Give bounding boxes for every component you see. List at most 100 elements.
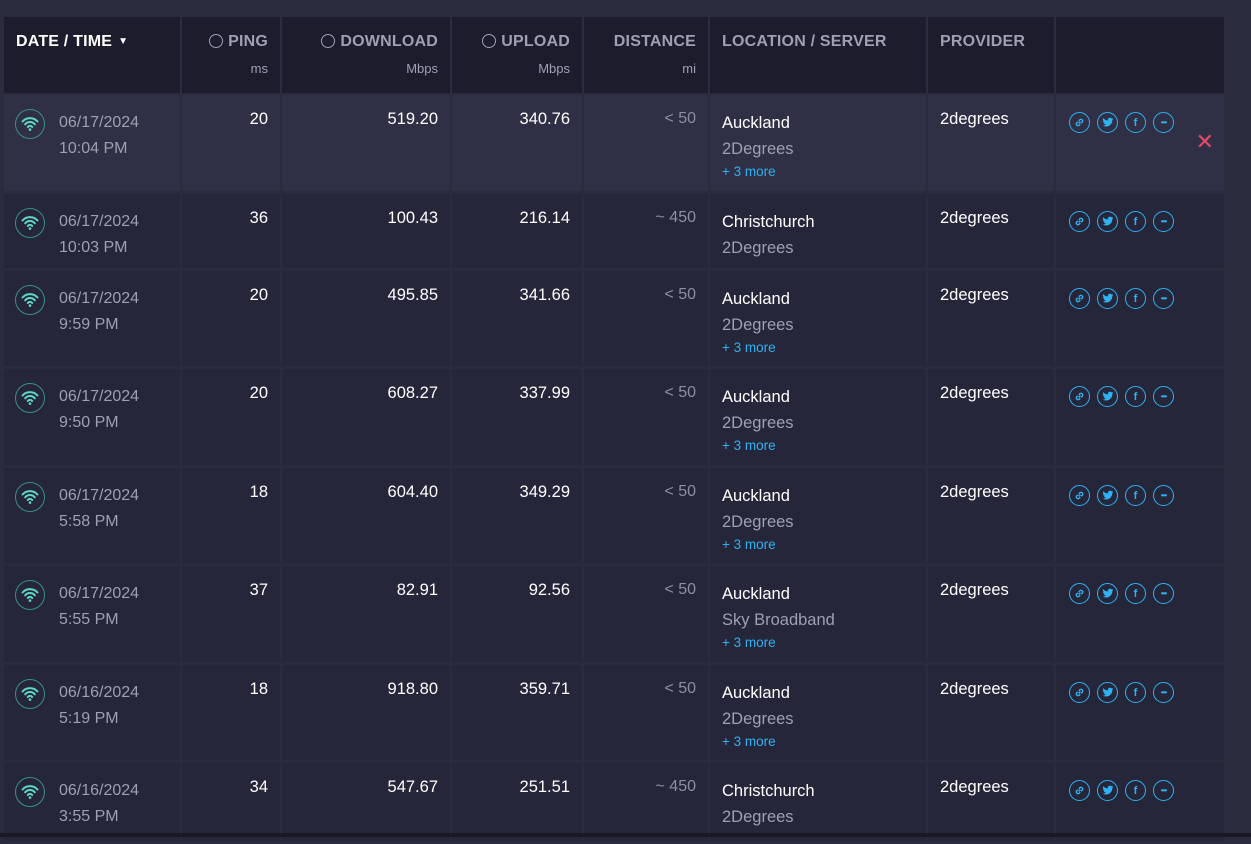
download-icon xyxy=(321,34,336,48)
actions-cell: f ••• xyxy=(1056,468,1224,563)
ping-cell: 20 xyxy=(182,95,282,191)
provider-cell: 2degrees xyxy=(928,566,1056,662)
link-icon[interactable] xyxy=(1069,780,1090,801)
download-value: 519.20 xyxy=(387,110,438,128)
download-cell: 547.67 xyxy=(282,763,452,841)
table-header: DATE / TIME ▼ PING ms DOWNLOAD Mbps UPLOA… xyxy=(4,17,1224,93)
link-icon[interactable] xyxy=(1069,288,1090,309)
col-provider[interactable]: PROVIDER xyxy=(928,17,1056,93)
more-icon[interactable]: ••• xyxy=(1153,211,1174,232)
location-cell: Auckland 2Degrees + 3 more xyxy=(710,369,928,465)
server-sponsor: 2Degrees xyxy=(722,239,794,257)
more-servers-link[interactable]: + 3 more xyxy=(722,633,835,653)
facebook-icon[interactable]: f xyxy=(1125,386,1146,407)
more-icon[interactable]: ••• xyxy=(1153,288,1174,309)
more-servers-link[interactable]: + 3 more xyxy=(722,162,794,182)
provider-cell: 2degrees xyxy=(928,763,1056,841)
twitter-icon[interactable] xyxy=(1097,780,1118,801)
ping-value: 20 xyxy=(249,384,268,402)
upload-value: 340.76 xyxy=(519,110,570,128)
download-value: 100.43 xyxy=(387,209,438,227)
table-row[interactable]: 06/16/2024 5:19 PM 18 918.80 359.71 < 50 Auckl… xyxy=(4,665,1224,760)
col-upload[interactable]: UPLOAD Mbps xyxy=(452,17,584,93)
more-servers-link[interactable]: + 3 more xyxy=(722,338,794,358)
table-row[interactable]: 06/16/2024 3:55 PM 34 547.67 251.51 ~ 450 Chri… xyxy=(4,763,1224,841)
table-row[interactable]: 06/17/2024 9:50 PM 20 608.27 337.99 < 50 Auckl… xyxy=(4,369,1224,465)
twitter-icon[interactable] xyxy=(1097,386,1118,407)
facebook-icon[interactable]: f xyxy=(1125,112,1146,133)
distance-cell: < 50 xyxy=(584,369,710,465)
result-date: 06/17/2024 xyxy=(59,487,140,504)
result-time: 10:03 PM xyxy=(59,239,128,256)
date-cell: 06/17/2024 10:04 PM xyxy=(4,95,182,191)
provider-value: 2degrees xyxy=(940,209,1009,227)
link-icon[interactable] xyxy=(1069,583,1090,604)
upload-cell: 92.56 xyxy=(452,566,584,662)
twitter-icon[interactable] xyxy=(1097,112,1118,133)
result-time: 5:19 PM xyxy=(59,710,119,727)
table-row[interactable]: 06/17/2024 5:55 PM 37 82.91 92.56 < 50 Aucklan… xyxy=(4,566,1224,662)
distance-cell: ~ 450 xyxy=(584,763,710,841)
link-icon[interactable] xyxy=(1069,682,1090,703)
twitter-icon[interactable] xyxy=(1097,288,1118,309)
col-download[interactable]: DOWNLOAD Mbps xyxy=(282,17,452,93)
upload-cell: 359.71 xyxy=(452,665,584,760)
download-cell: 100.43 xyxy=(282,194,452,268)
facebook-icon[interactable]: f xyxy=(1125,288,1146,309)
provider-cell: 2degrees xyxy=(928,665,1056,760)
more-icon[interactable]: ••• xyxy=(1153,780,1174,801)
wifi-icon xyxy=(15,208,45,238)
actions-cell: f ••• xyxy=(1056,763,1224,841)
upload-value: 359.71 xyxy=(519,680,570,698)
distance-unit: mi xyxy=(682,61,696,76)
date-header[interactable]: DATE / TIME ▼ xyxy=(16,33,128,51)
more-servers-link[interactable]: + 3 more xyxy=(722,535,794,555)
col-distance[interactable]: DISTANCE mi xyxy=(584,17,710,93)
twitter-icon[interactable] xyxy=(1097,211,1118,232)
server-city: Auckland xyxy=(722,684,790,702)
close-icon[interactable]: ✕ xyxy=(1196,131,1214,153)
more-icon[interactable]: ••• xyxy=(1153,583,1174,604)
download-value: 547.67 xyxy=(387,778,438,796)
upload-value: 92.56 xyxy=(528,581,570,599)
result-date: 06/16/2024 xyxy=(59,684,140,701)
facebook-icon[interactable]: f xyxy=(1125,485,1146,506)
facebook-icon[interactable]: f xyxy=(1125,780,1146,801)
more-icon[interactable]: ••• xyxy=(1153,112,1174,133)
facebook-icon[interactable]: f xyxy=(1125,682,1146,703)
server-city: Christchurch xyxy=(722,782,815,800)
twitter-icon[interactable] xyxy=(1097,583,1118,604)
col-ping[interactable]: PING ms xyxy=(182,17,282,93)
twitter-icon[interactable] xyxy=(1097,485,1118,506)
provider-value: 2degrees xyxy=(940,110,1009,128)
table-row[interactable]: 06/17/2024 10:04 PM 20 519.20 340.76 < 50 Auck… xyxy=(4,95,1224,191)
facebook-icon[interactable]: f xyxy=(1125,211,1146,232)
facebook-icon[interactable]: f xyxy=(1125,583,1146,604)
link-icon[interactable] xyxy=(1069,211,1090,232)
link-icon[interactable] xyxy=(1069,485,1090,506)
more-servers-link[interactable]: + 3 more xyxy=(722,732,794,752)
wifi-icon xyxy=(15,383,45,413)
link-icon[interactable] xyxy=(1069,112,1090,133)
table-row[interactable]: 06/17/2024 9:59 PM 20 495.85 341.66 < 50 Auckl… xyxy=(4,271,1224,366)
table-row[interactable]: 06/17/2024 5:58 PM 18 604.40 349.29 < 50 Auckl… xyxy=(4,468,1224,563)
more-icon[interactable]: ••• xyxy=(1153,386,1174,407)
result-time: 9:59 PM xyxy=(59,316,119,333)
link-icon[interactable] xyxy=(1069,386,1090,407)
ping-header: PING xyxy=(228,33,268,50)
more-icon[interactable]: ••• xyxy=(1153,485,1174,506)
provider-cell: 2degrees xyxy=(928,194,1056,268)
server-city: Auckland xyxy=(722,487,790,505)
ping-cell: 20 xyxy=(182,271,282,366)
table-row[interactable]: 06/17/2024 10:03 PM 36 100.43 216.14 ~ 450 Chr… xyxy=(4,194,1224,268)
server-sponsor: 2Degrees xyxy=(722,140,794,158)
col-location[interactable]: LOCATION / SERVER xyxy=(710,17,928,93)
more-icon[interactable]: ••• xyxy=(1153,682,1174,703)
ping-value: 20 xyxy=(249,286,268,304)
result-time: 5:55 PM xyxy=(59,611,119,628)
col-date[interactable]: DATE / TIME ▼ xyxy=(4,17,182,93)
actions-cell: f ••• xyxy=(1056,369,1224,465)
more-servers-link[interactable]: + 3 more xyxy=(722,436,794,456)
twitter-icon[interactable] xyxy=(1097,682,1118,703)
actions-cell: f ••• xyxy=(1056,566,1224,662)
